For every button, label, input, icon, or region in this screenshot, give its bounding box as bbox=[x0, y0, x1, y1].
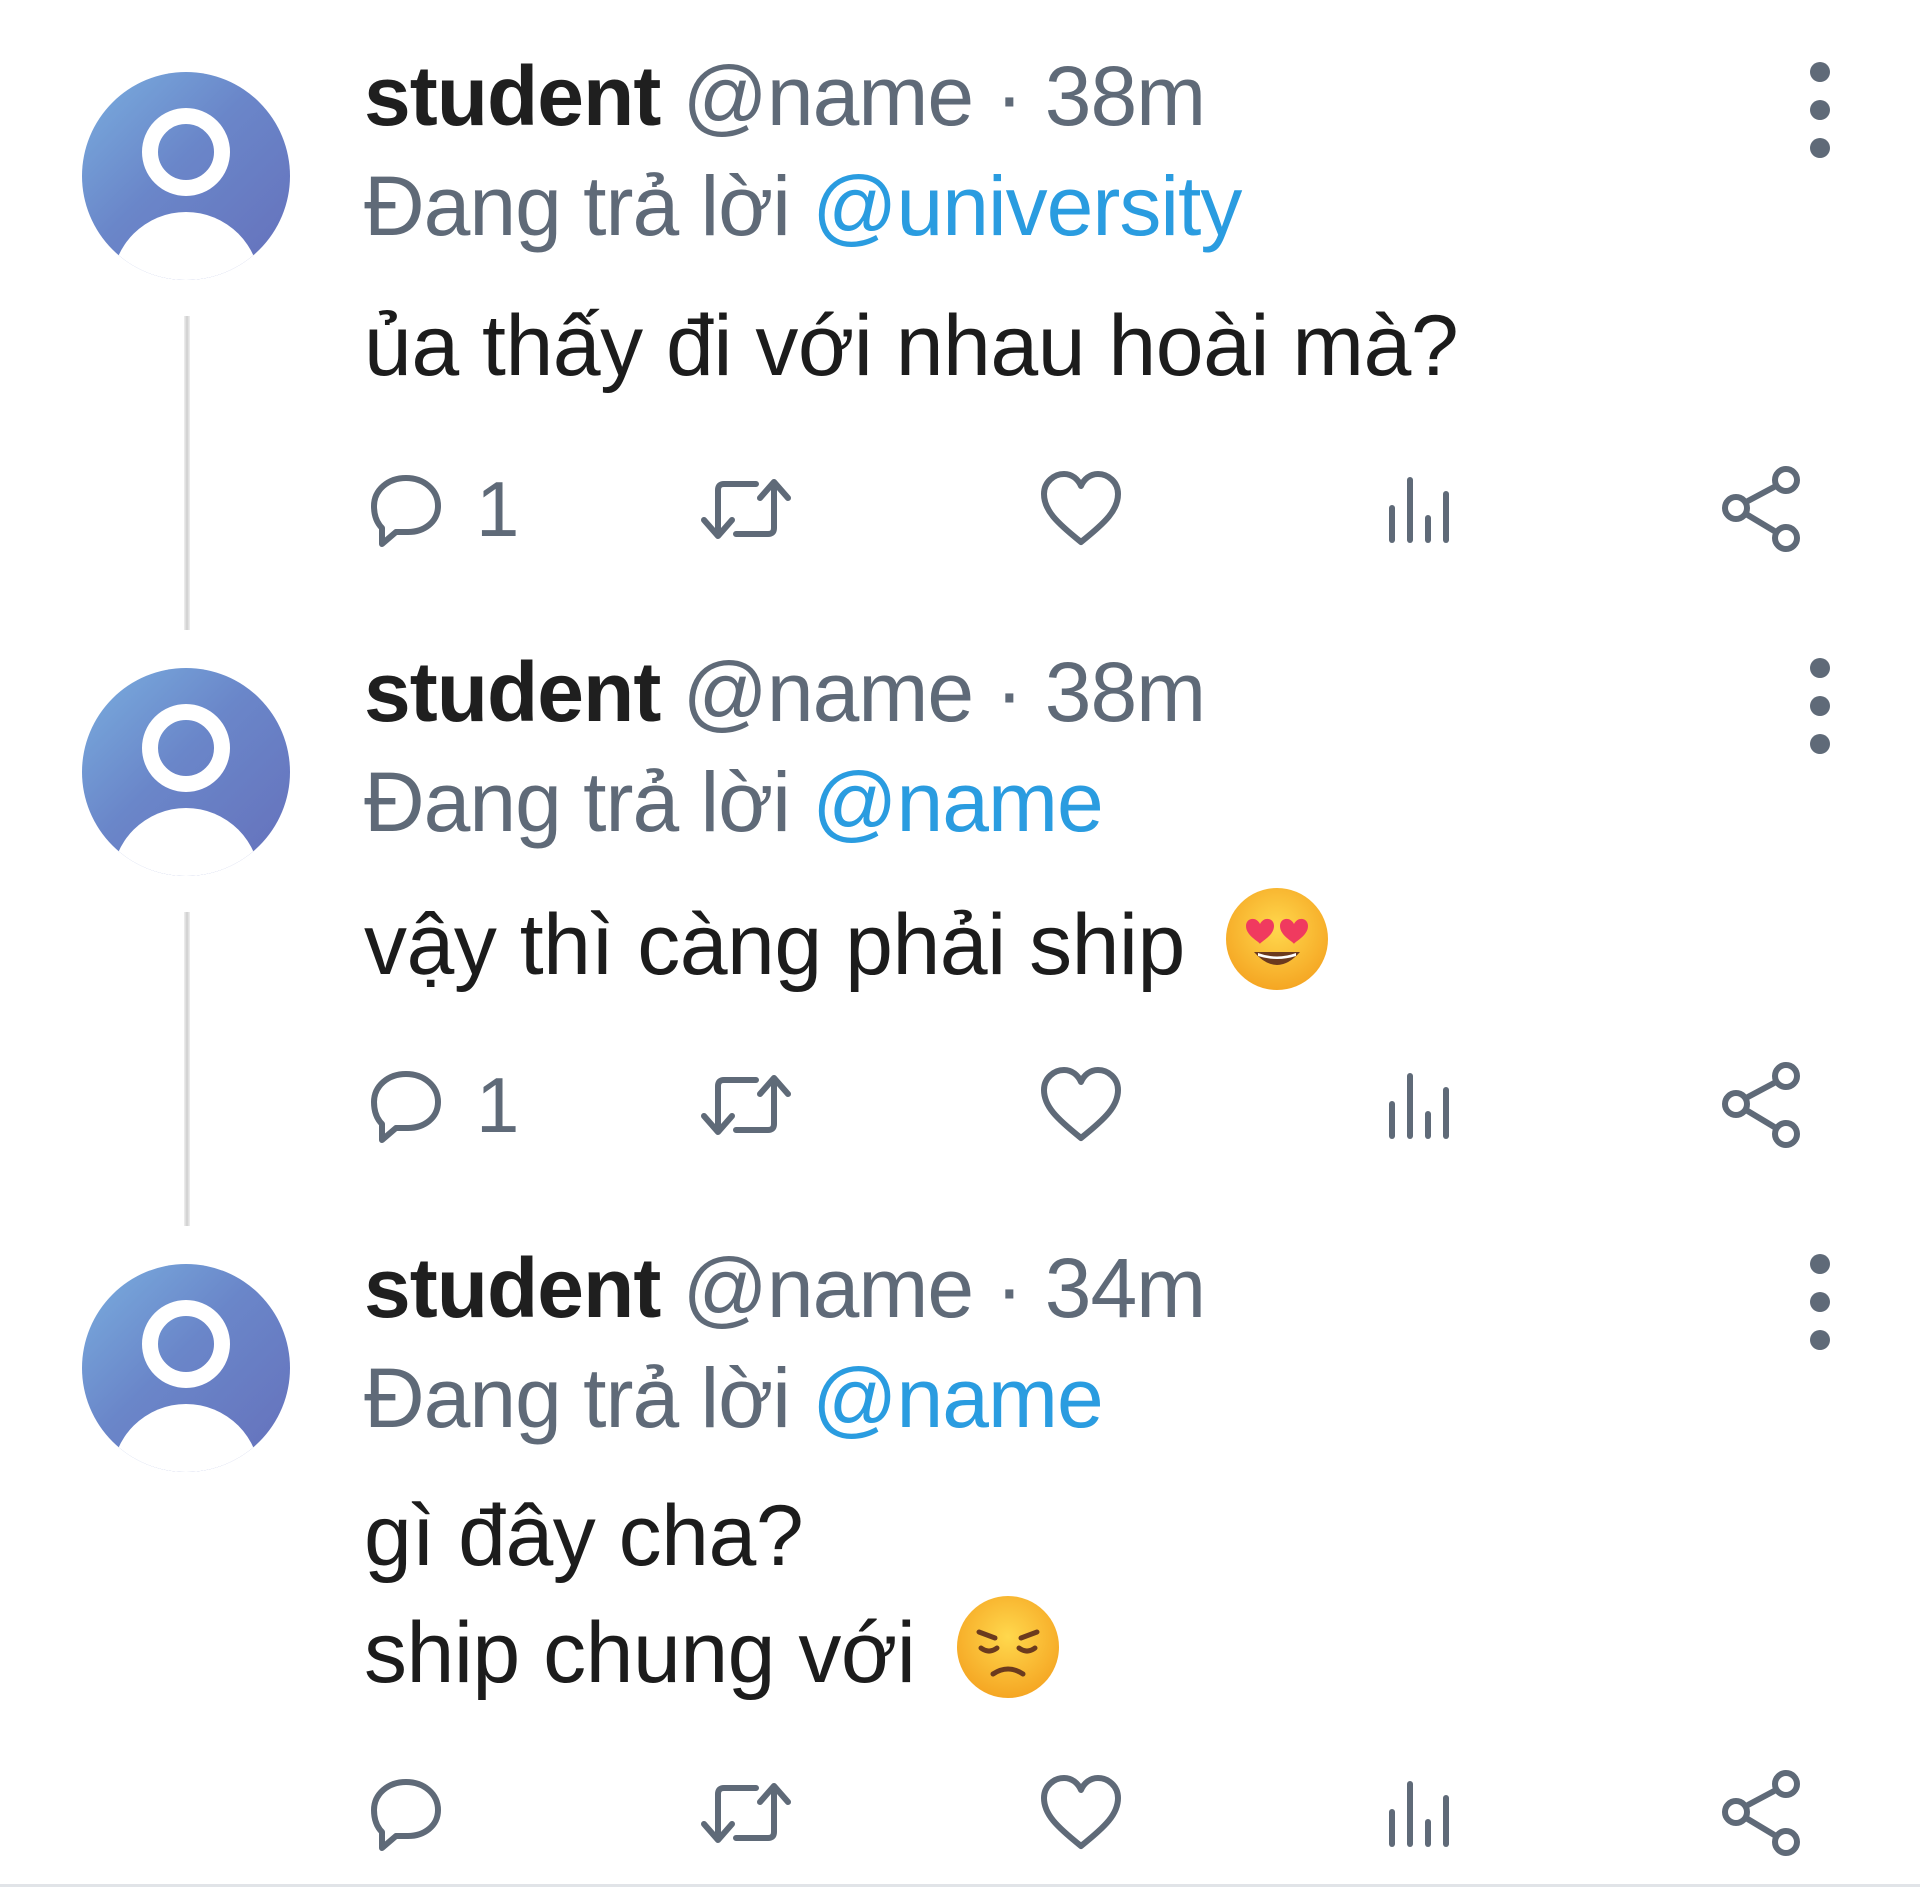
like-icon bbox=[1041, 471, 1121, 545]
display-name[interactable]: student bbox=[364, 1241, 661, 1335]
tweet-text: gì đây cha? bbox=[364, 1480, 804, 1592]
tweet-text-second: ship chung với bbox=[364, 1594, 1061, 1709]
replying-to: Đang trả lời @university bbox=[364, 156, 1242, 256]
more-options-icon[interactable] bbox=[1800, 1254, 1840, 1364]
tweet-actions bbox=[0, 1768, 1920, 1858]
like-icon bbox=[1041, 1067, 1121, 1141]
handle[interactable]: @name bbox=[683, 645, 974, 739]
reply-icon bbox=[371, 1779, 441, 1851]
share-button[interactable] bbox=[1718, 1060, 1808, 1150]
avatar[interactable] bbox=[82, 72, 290, 280]
reply-count: 1 bbox=[476, 1061, 520, 1149]
retweet-button[interactable] bbox=[696, 1768, 796, 1858]
like-button[interactable] bbox=[1036, 1060, 1126, 1150]
views-icon bbox=[1389, 1781, 1449, 1847]
like-button[interactable] bbox=[1036, 464, 1126, 554]
avatar-body-shape bbox=[112, 808, 260, 876]
reply-icon bbox=[371, 475, 441, 547]
tweet-text: vậy thì càng phải ship bbox=[364, 886, 1330, 1001]
tweet-text-line: ủa thấy đi với nhau hoài mà? bbox=[364, 298, 1459, 394]
share-icon bbox=[1722, 1770, 1800, 1856]
views-button[interactable] bbox=[1380, 1768, 1460, 1858]
views-icon bbox=[1389, 477, 1449, 543]
tweet-header: student @name · 34m bbox=[364, 1238, 1206, 1338]
avatar-head-shape bbox=[142, 108, 230, 196]
views-button[interactable] bbox=[1380, 1060, 1460, 1150]
avatar-body-shape bbox=[112, 212, 260, 280]
avatar-head-shape bbox=[142, 1300, 230, 1388]
avatar[interactable] bbox=[82, 668, 290, 876]
tweet-text-line: gì đây cha? bbox=[364, 1488, 804, 1584]
separator-dot: · bbox=[995, 1241, 1023, 1335]
mention-link[interactable]: @university bbox=[812, 159, 1242, 253]
views-button[interactable] bbox=[1380, 464, 1460, 554]
display-name[interactable]: student bbox=[364, 49, 661, 143]
timestamp[interactable]: 34m bbox=[1045, 1241, 1206, 1335]
replying-to-label: Đang trả lời bbox=[364, 159, 791, 253]
replying-to: Đang trả lời @name bbox=[364, 1348, 1104, 1448]
reply-button[interactable]: 1 bbox=[366, 1060, 546, 1150]
handle[interactable]: @name bbox=[683, 1241, 974, 1335]
tweet-text: ủa thấy đi với nhau hoài mà? bbox=[364, 290, 1459, 402]
mention-link[interactable]: @name bbox=[812, 1351, 1103, 1445]
handle[interactable]: @name bbox=[683, 49, 974, 143]
heart-eyes-emoji bbox=[1226, 888, 1329, 990]
replying-to: Đang trả lời @name bbox=[364, 752, 1104, 852]
tweet-text-line: vậy thì càng phải ship bbox=[364, 897, 1185, 993]
retweet-icon bbox=[701, 1075, 791, 1135]
disappointed-face-emoji bbox=[956, 1596, 1059, 1698]
tweet-header: student @name · 38m bbox=[364, 642, 1206, 742]
display-name[interactable]: student bbox=[364, 645, 661, 739]
retweet-button[interactable] bbox=[696, 464, 796, 554]
tweet-text-line: ship chung với bbox=[364, 1605, 916, 1701]
reply-button[interactable]: 1 bbox=[366, 464, 546, 554]
avatar[interactable] bbox=[82, 1264, 290, 1472]
timestamp[interactable]: 38m bbox=[1045, 49, 1206, 143]
reply-button[interactable] bbox=[366, 1768, 546, 1858]
like-icon bbox=[1041, 1775, 1121, 1849]
more-options-icon[interactable] bbox=[1800, 62, 1840, 172]
like-button[interactable] bbox=[1036, 1768, 1126, 1858]
replying-to-label: Đang trả lời bbox=[364, 755, 791, 849]
bottom-divider bbox=[0, 1884, 1920, 1887]
reply-icon bbox=[371, 1071, 441, 1143]
retweet-icon bbox=[701, 1783, 791, 1843]
mention-link[interactable]: @name bbox=[812, 755, 1103, 849]
separator-dot: · bbox=[995, 49, 1023, 143]
avatar-head-shape bbox=[142, 704, 230, 792]
thread-connector bbox=[184, 912, 190, 1226]
timestamp[interactable]: 38m bbox=[1045, 645, 1206, 739]
share-button[interactable] bbox=[1718, 464, 1808, 554]
thread-connector bbox=[184, 316, 190, 630]
replying-to-label: Đang trả lời bbox=[364, 1351, 791, 1445]
reply-count: 1 bbox=[476, 465, 520, 553]
tweet-actions: 1 bbox=[0, 1060, 1920, 1150]
share-button[interactable] bbox=[1718, 1768, 1808, 1858]
share-icon bbox=[1722, 1062, 1800, 1148]
views-icon bbox=[1389, 1073, 1449, 1139]
retweet-icon bbox=[701, 479, 791, 539]
avatar-body-shape bbox=[112, 1404, 260, 1472]
more-options-icon[interactable] bbox=[1800, 658, 1840, 768]
tweet-actions: 1 bbox=[0, 464, 1920, 554]
retweet-button[interactable] bbox=[696, 1060, 796, 1150]
share-icon bbox=[1722, 466, 1800, 552]
separator-dot: · bbox=[995, 645, 1023, 739]
tweet-header: student @name · 38m bbox=[364, 46, 1206, 146]
